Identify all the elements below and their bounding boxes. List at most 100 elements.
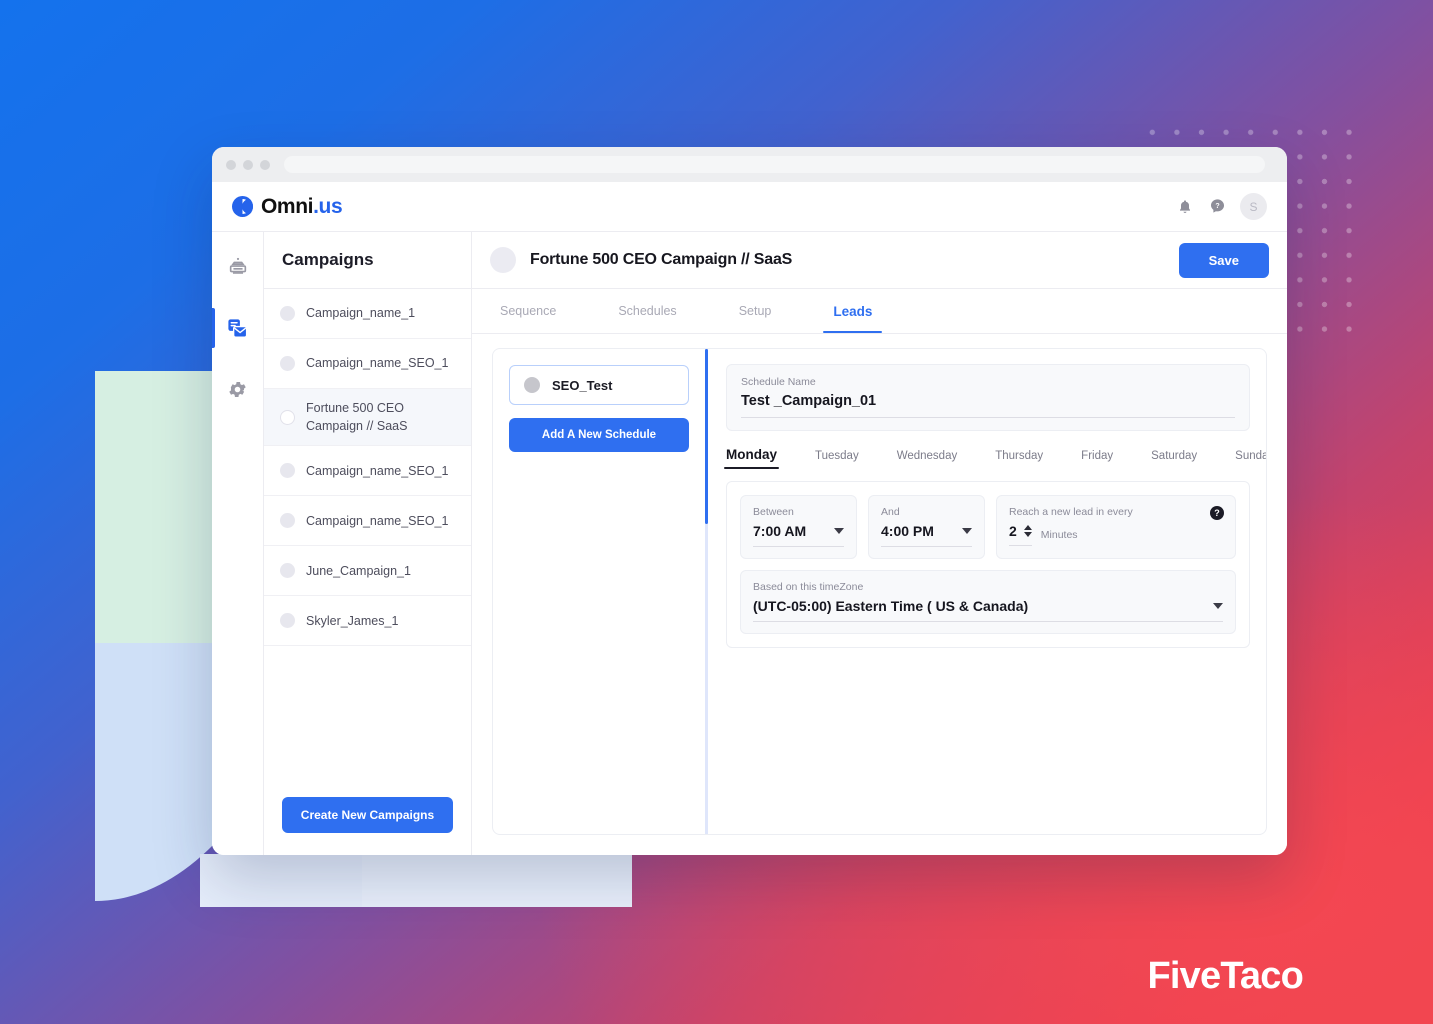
stepper-down-icon[interactable] [1023, 532, 1032, 537]
campaign-label: Campaign_name_SEO_1 [306, 356, 449, 371]
browser-url-bar[interactable] [284, 156, 1265, 173]
schedule-list-column: SEO_Test Add A New Schedule [493, 349, 705, 834]
day-tab-wednesday[interactable]: Wednesday [897, 450, 958, 469]
and-label: And [881, 506, 900, 518]
logo-suffix: .us [313, 194, 343, 218]
day-tab-tuesday[interactable]: Tuesday [815, 450, 859, 469]
and-value: 4:00 PM [881, 523, 934, 539]
campaign-status-dot [280, 463, 295, 479]
schedule-chip-seo-test[interactable]: SEO_Test [509, 365, 689, 405]
quantity-stepper[interactable]: 2 [1009, 523, 1032, 546]
reach-value[interactable]: 2 [1009, 523, 1017, 539]
day-tab-friday[interactable]: Friday [1081, 450, 1113, 469]
window-minimize-dot[interactable] [243, 159, 253, 170]
reach-unit: Minutes [1040, 529, 1078, 541]
day-tab-thursday[interactable]: Thursday [995, 450, 1043, 469]
campaign-status-dot [280, 356, 295, 371]
list-item[interactable]: Campaign_name_SEO_1 [264, 496, 471, 547]
campaign-tabs: Sequence Schedules Setup Leads [472, 289, 1287, 334]
list-item[interactable]: Skyler_James_1 [264, 596, 471, 647]
gear-icon[interactable] [225, 376, 251, 402]
main-content: Fortune 500 CEO Campaign // SaaS Save Se… [472, 232, 1287, 855]
svg-text:?: ? [1215, 202, 1219, 210]
stepper-arrows-icon[interactable] [1023, 525, 1032, 537]
day-tabs: Monday Tuesday Wednesday Thursday Friday… [723, 447, 1266, 469]
campaign-header: Fortune 500 CEO Campaign // SaaS Save [472, 232, 1287, 289]
campaign-label: Fortune 500 CEO Campaign // SaaS [306, 401, 408, 434]
campaign-avatar [490, 247, 516, 273]
create-new-campaigns-button[interactable]: Create New Campaigns [282, 797, 453, 833]
campaign-label: Campaign_name_SEO_1 [306, 513, 449, 528]
campaign-status-dot [280, 306, 295, 321]
bell-icon[interactable] [1176, 198, 1194, 216]
list-item[interactable]: June_Campaign_1 [264, 546, 471, 597]
help-icon[interactable]: ? [1210, 506, 1224, 520]
schedule-name-field[interactable]: Schedule Name Test _Campaign_01 [726, 364, 1250, 431]
reach-label: Reach a new lead in every [1009, 506, 1133, 518]
list-item[interactable]: Campaign_name_SEO_1 [264, 339, 471, 389]
window-controls[interactable] [226, 159, 270, 170]
header-actions: ? S [1176, 193, 1267, 220]
campaign-status-dot [280, 409, 295, 425]
between-label: Between [753, 506, 794, 518]
reach-interval-field[interactable]: ? Reach a new lead in every 2 Minutes [996, 495, 1236, 559]
add-new-schedule-button[interactable]: Add A New Schedule [509, 418, 689, 452]
day-tab-saturday[interactable]: Saturday [1151, 450, 1197, 469]
campaign-label: Campaign_name_SEO_1 [306, 463, 449, 478]
schedule-name-label: Schedule Name [741, 376, 816, 388]
reach-input-group: 2 Minutes [1009, 523, 1223, 546]
omni-logo-icon [232, 196, 253, 217]
tab-sequence[interactable]: Sequence [490, 289, 566, 333]
app-header: Omni.us ? S [212, 182, 1287, 232]
timezone-select[interactable]: (UTC-05:00) Eastern Time ( US & Canada) [753, 598, 1223, 622]
chevron-down-icon[interactable] [962, 528, 972, 534]
schedule-name-input[interactable]: Test _Campaign_01 [741, 393, 1235, 418]
browser-window: Omni.us ? S Campaigns Campaign_name_1 Ca… [212, 147, 1287, 855]
logo-name: Omni [261, 194, 314, 218]
campaign-status-dot [280, 513, 295, 529]
sidebar-footer: Create New Campaigns [264, 797, 471, 855]
icon-rail [212, 232, 264, 855]
window-maximize-dot[interactable] [260, 159, 270, 170]
sidebar-title: Campaigns [264, 232, 471, 289]
avatar[interactable]: S [1240, 193, 1267, 220]
save-button[interactable]: Save [1178, 242, 1269, 278]
between-value: 7:00 AM [753, 523, 807, 539]
between-time-field[interactable]: Between 7:00 AM [740, 495, 857, 559]
logo-text: Omni.us [261, 194, 343, 219]
timezone-value: (UTC-05:00) Eastern Time ( US & Canada) [753, 598, 1029, 614]
and-time-field[interactable]: And 4:00 PM [868, 495, 985, 559]
app-body: Campaigns Campaign_name_1 Campaign_name_… [212, 232, 1287, 855]
tab-setup[interactable]: Setup [729, 289, 782, 333]
campaign-status-dot [280, 613, 295, 629]
timezone-field[interactable]: Based on this timeZone (UTC-05:00) Easte… [740, 570, 1236, 634]
campaign-label: Skyler_James_1 [306, 613, 399, 628]
help-chat-icon[interactable]: ? [1208, 198, 1226, 216]
leads-panel-wrapper: SEO_Test Add A New Schedule Schedule Nam… [472, 334, 1287, 855]
day-tab-monday[interactable]: Monday [723, 447, 780, 469]
chevron-down-icon[interactable] [834, 528, 844, 534]
tab-schedules[interactable]: Schedules [608, 289, 686, 333]
and-select[interactable]: 4:00 PM [881, 523, 972, 547]
campaign-label: Campaign_name_1 [306, 306, 416, 321]
schedule-status-dot [524, 377, 540, 393]
list-item[interactable]: Campaign_name_SEO_1 [264, 446, 471, 497]
stepper-up-icon[interactable] [1023, 525, 1032, 530]
browser-titlebar [212, 147, 1287, 182]
timezone-label: Based on this timeZone [753, 581, 864, 593]
page-title: Fortune 500 CEO Campaign // SaaS [530, 251, 793, 268]
campaign-label: June_Campaign_1 [306, 563, 411, 578]
list-item[interactable]: Campaign_name_1 [264, 289, 471, 339]
window-close-dot[interactable] [226, 159, 236, 170]
app-logo[interactable]: Omni.us [232, 194, 343, 219]
panel-scrollbar[interactable] [705, 349, 708, 834]
list-item-selected[interactable]: Fortune 500 CEO Campaign // SaaS [264, 389, 471, 447]
chevron-down-icon[interactable] [1213, 603, 1223, 609]
between-select[interactable]: 7:00 AM [753, 523, 844, 547]
day-tab-sunday[interactable]: Sunday [1235, 450, 1266, 469]
printer-icon[interactable] [225, 254, 251, 280]
tab-leads[interactable]: Leads [823, 289, 883, 333]
schedule-chip-label: SEO_Test [552, 377, 613, 393]
decorative-blue-strip-inner [362, 854, 632, 907]
mail-campaign-icon[interactable] [212, 308, 251, 348]
